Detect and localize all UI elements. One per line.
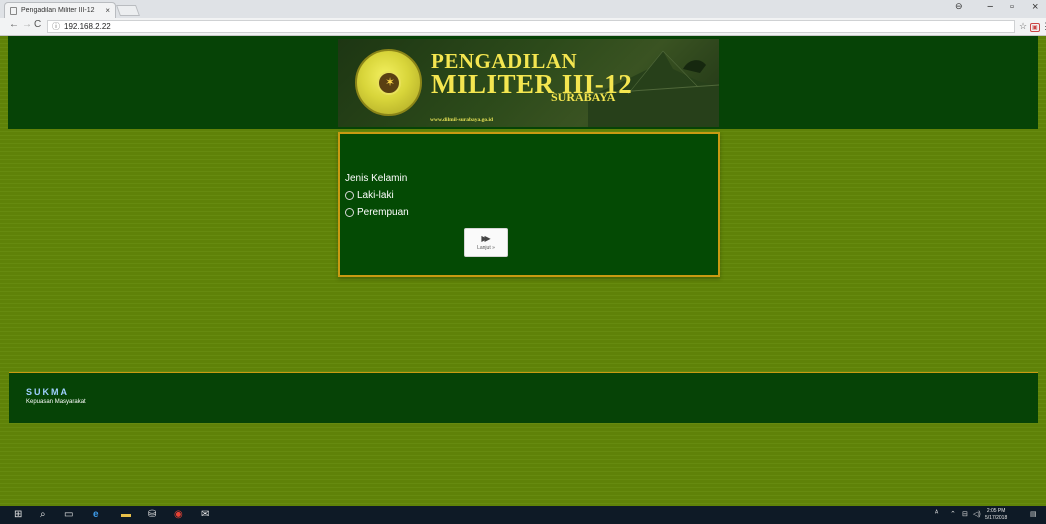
edge-browser-icon[interactable]: e <box>93 509 99 521</box>
search-icon[interactable]: ⌕ <box>40 509 46 521</box>
bookmark-star-icon[interactable]: ☆ <box>1019 21 1027 32</box>
question-label: Jenis Kelamin <box>345 173 408 184</box>
address-text: 192.168.2.22 <box>64 22 111 31</box>
site-header: ✶ PENGADILAN MILITER III-12 SURABAYA www… <box>8 36 1038 129</box>
windows-start-icon[interactable]: ⊞ <box>14 509 22 521</box>
browser-toolbar: ← → C ⓘ 192.168.2.22 ☆ ▣ ⋮ <box>0 18 1046 36</box>
profile-icon[interactable]: ⊖ <box>955 1 963 12</box>
mail-icon[interactable]: ✉ <box>201 509 209 521</box>
fast-forward-icon: ▶▶ <box>481 233 490 243</box>
footer-subtitle: Kepuasan Masyarakat <box>26 399 86 405</box>
page-favicon-icon <box>10 6 17 15</box>
option-laki-laki[interactable]: Laki-laki <box>345 190 394 201</box>
site-banner: ✶ PENGADILAN MILITER III-12 SURABAYA www… <box>338 39 719 127</box>
notifications-icon[interactable]: ▤ <box>1030 510 1037 518</box>
people-icon[interactable]: ᴬ <box>935 510 938 517</box>
clock-time: 2:05 PM <box>986 508 1006 514</box>
tray-chevron-up-icon[interactable]: ⌃ <box>950 510 956 518</box>
reload-icon[interactable]: C <box>34 19 41 30</box>
info-icon[interactable]: ⓘ <box>52 21 60 32</box>
option-perempuan[interactable]: Perempuan <box>345 207 409 218</box>
tab-close-icon[interactable]: × <box>105 6 110 15</box>
task-view-icon[interactable]: ▭ <box>64 509 73 521</box>
tab-title: Pengadilan Militer III-12 <box>21 7 95 14</box>
next-button[interactable]: ▶▶ Lanjut » <box>464 228 508 257</box>
survey-form: Jenis Kelamin Laki-laki Perempuan ▶▶ Lan… <box>338 132 720 277</box>
option-label-laki-laki: Laki-laki <box>357 190 394 201</box>
page-body: ✶ PENGADILAN MILITER III-12 SURABAYA www… <box>0 36 1046 506</box>
forward-arrow-icon[interactable]: → <box>22 19 32 30</box>
store-icon[interactable]: ⛁ <box>148 509 156 521</box>
option-label-perempuan: Perempuan <box>357 207 409 218</box>
taskbar-clock[interactable]: 2:05 PM 5/17/2018 <box>985 508 1007 522</box>
file-explorer-icon[interactable]: ▬ <box>121 509 131 521</box>
footer-title: SUKMA <box>26 387 69 397</box>
chrome-icon[interactable]: ◉ <box>174 509 183 521</box>
seal-emblem-icon: ✶ <box>377 71 401 95</box>
volume-icon[interactable]: ◁) <box>973 510 981 518</box>
close-window-button[interactable]: × <box>1032 1 1038 13</box>
radio-perempuan[interactable] <box>345 208 354 217</box>
minimize-button[interactable]: − <box>987 1 993 13</box>
radio-laki-laki[interactable] <box>345 191 354 200</box>
browser-tab[interactable]: Pengadilan Militer III-12 × <box>4 2 116 18</box>
next-button-label: Lanjut » <box>477 244 495 251</box>
restore-button[interactable]: ▫ <box>1010 1 1014 13</box>
banner-title-line3: SURABAYA <box>551 90 616 104</box>
address-bar[interactable]: ⓘ 192.168.2.22 <box>47 20 1015 33</box>
browser-tab-bar: Pengadilan Militer III-12 × ⊖ − ▫ × <box>0 0 1046 18</box>
site-footer: SUKMA Kepuasan Masyarakat <box>9 372 1038 423</box>
windows-taskbar: ⊞ ⌕ ▭ e ▬ ⛁ ◉ ✉ ᴬ ⌃ ⊟ ◁) 2:05 PM 5/17/20… <box>0 506 1046 524</box>
clock-date: 5/17/2018 <box>985 515 1008 521</box>
network-icon[interactable]: ⊟ <box>962 510 968 518</box>
extension-shield-icon[interactable]: ▣ <box>1030 23 1040 32</box>
back-arrow-icon[interactable]: ← <box>9 19 19 30</box>
new-tab-button[interactable] <box>115 5 141 16</box>
menu-dots-icon[interactable]: ⋮ <box>1041 21 1046 32</box>
banner-url: www.dilmil-surabaya.go.id <box>430 117 494 123</box>
court-seal-logo: ✶ <box>355 49 422 116</box>
